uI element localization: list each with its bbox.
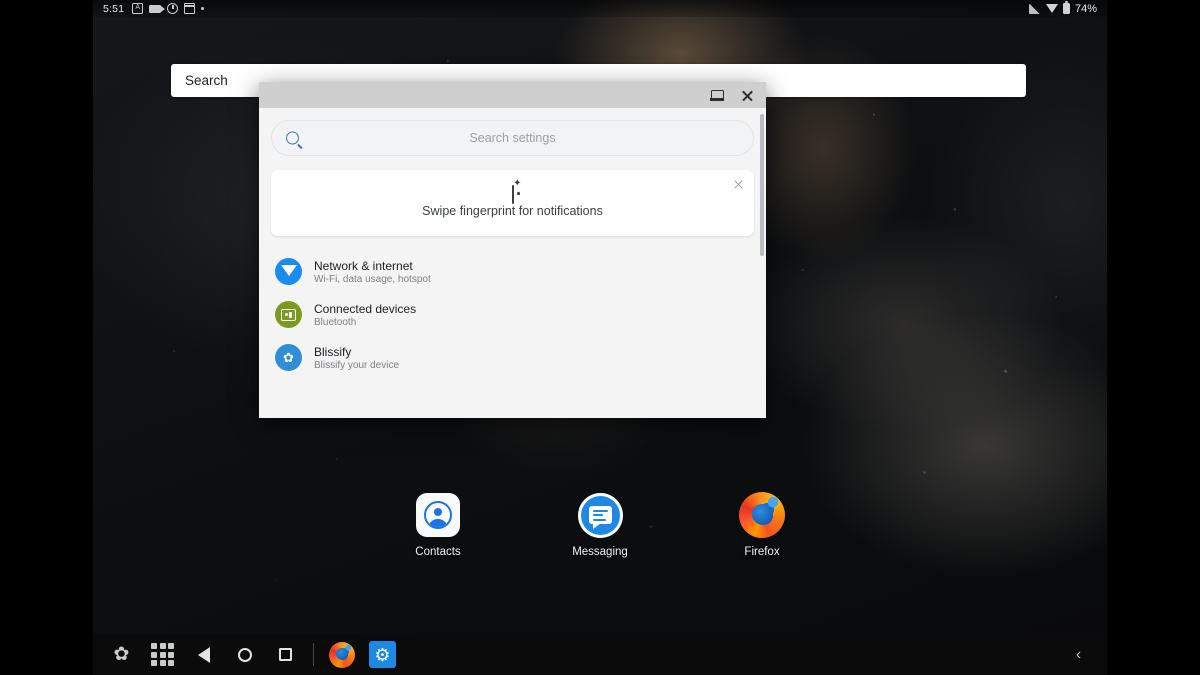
window-title-bar[interactable] xyxy=(259,82,766,108)
close-icon xyxy=(741,89,754,102)
settings-item-subtitle: Blissify your device xyxy=(314,360,399,371)
settings-scrollbar[interactable] xyxy=(760,114,764,256)
status-notification-icons xyxy=(132,3,204,14)
desktop-search-label: Search xyxy=(185,73,228,88)
settings-window: Search settings Swipe fingerprint for no… xyxy=(259,82,766,418)
app-label: Messaging xyxy=(572,546,628,558)
screenshot-icon xyxy=(132,3,143,14)
maximize-icon xyxy=(711,90,724,101)
bliss-logo-icon: ✿ xyxy=(114,645,130,664)
battery-percent: 74% xyxy=(1075,3,1097,15)
connected-devices-icon xyxy=(275,301,302,328)
calendar-icon xyxy=(184,3,195,14)
fingerprint-swipe-icon xyxy=(512,185,514,204)
dismiss-suggestion-icon[interactable] xyxy=(733,179,744,190)
settings-search-input[interactable]: Search settings xyxy=(271,120,754,156)
home-icon xyxy=(238,648,252,662)
settings-item-blissify[interactable]: ✿ Blissify Blissify your device xyxy=(259,336,766,379)
nav-home-button[interactable] xyxy=(224,634,265,675)
bliss-logo-button[interactable]: ✿ xyxy=(101,634,142,675)
settings-item-title: Blissify xyxy=(314,345,399,359)
back-icon xyxy=(198,647,210,663)
app-icon-firefox[interactable]: Firefox xyxy=(716,492,808,558)
app-label: Contacts xyxy=(415,546,460,558)
taskbar-expand-button[interactable]: ‹ xyxy=(1058,634,1099,675)
screen-record-icon xyxy=(149,5,161,13)
fingerprint-suggestion-card[interactable]: Swipe fingerprint for notifications xyxy=(271,170,754,236)
cast-icon xyxy=(1029,4,1041,14)
contacts-icon xyxy=(415,492,461,538)
recents-icon xyxy=(279,648,292,661)
all-apps-grid-icon xyxy=(151,643,174,666)
taskbar: ✿ ⚙ ‹ xyxy=(93,634,1107,675)
settings-item-title: Connected devices xyxy=(314,302,416,316)
all-apps-button[interactable] xyxy=(142,634,183,675)
status-bar: 5:51 74% xyxy=(93,0,1107,17)
do-not-disturb-icon xyxy=(167,3,178,14)
wifi-icon xyxy=(1046,4,1058,13)
nav-back-button[interactable] xyxy=(183,634,224,675)
settings-item-title: Network & internet xyxy=(314,259,431,273)
firefox-icon xyxy=(739,492,785,538)
window-close-button[interactable] xyxy=(732,82,762,108)
status-clock: 5:51 xyxy=(103,3,124,15)
suggestion-text: Swipe fingerprint for notifications xyxy=(283,204,742,218)
desktop-app-icons: Contacts Messaging Firefox xyxy=(93,492,1107,558)
search-icon xyxy=(286,132,299,145)
messaging-icon xyxy=(577,492,623,538)
window-maximize-button[interactable] xyxy=(702,82,732,108)
blissify-icon: ✿ xyxy=(275,344,302,371)
taskbar-firefox-button[interactable] xyxy=(321,634,362,675)
app-icon-messaging[interactable]: Messaging xyxy=(554,492,646,558)
settings-item-network[interactable]: Network & internet Wi-Fi, data usage, ho… xyxy=(259,250,766,293)
taskbar-divider xyxy=(313,643,314,666)
settings-taskbar-icon: ⚙ xyxy=(369,641,396,668)
more-notifications-dot xyxy=(201,7,204,10)
status-system-icons: 74% xyxy=(1029,3,1097,15)
settings-window-body: Search settings Swipe fingerprint for no… xyxy=(259,108,766,418)
nav-recents-button[interactable] xyxy=(265,634,306,675)
settings-search-placeholder: Search settings xyxy=(272,131,753,145)
settings-list: Network & internet Wi-Fi, data usage, ho… xyxy=(259,250,766,379)
chevron-left-icon: ‹ xyxy=(1076,646,1081,664)
settings-item-connected-devices[interactable]: Connected devices Bluetooth xyxy=(259,293,766,336)
app-label: Firefox xyxy=(744,546,779,558)
battery-icon xyxy=(1063,3,1070,14)
settings-item-subtitle: Bluetooth xyxy=(314,317,416,328)
network-icon xyxy=(275,258,302,285)
firefox-taskbar-icon xyxy=(329,642,355,668)
settings-item-subtitle: Wi-Fi, data usage, hotspot xyxy=(314,274,431,285)
taskbar-settings-button[interactable]: ⚙ xyxy=(362,634,403,675)
app-icon-contacts[interactable]: Contacts xyxy=(392,492,484,558)
device-screen: 5:51 74% Search xyxy=(93,0,1107,675)
